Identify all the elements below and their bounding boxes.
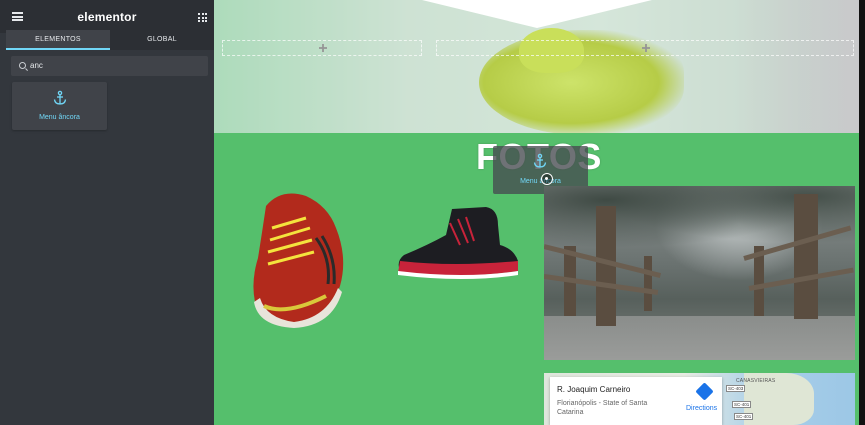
sidebar-header: elementor — [0, 0, 214, 33]
basketball-shoe-image — [398, 207, 518, 279]
map-area-label: CANASVIEIRAS — [736, 378, 776, 384]
place-name: R. Joaquim Carneiro — [557, 385, 631, 394]
tab-global[interactable]: GLOBAL — [110, 30, 214, 50]
google-map[interactable]: CANASVIEIRAS SC-403 SC-401 SC-401 R. Joa… — [544, 373, 855, 425]
red-running-shoe-image — [253, 193, 344, 328]
hero-section[interactable] — [214, 0, 859, 133]
brand-logo: elementor — [77, 10, 137, 24]
grid-icon[interactable] — [198, 13, 207, 22]
directions-icon[interactable] — [695, 382, 714, 401]
search-value: anc — [30, 61, 43, 70]
elementor-editor: elementor ELEMENTOS GLOBAL anc Menu ânco… — [0, 0, 865, 425]
empty-column-left[interactable] — [222, 40, 422, 56]
panel-tabs: ELEMENTOS GLOBAL — [6, 30, 214, 50]
add-element-icon[interactable] — [319, 44, 327, 52]
road-tag: SC-401 — [732, 401, 752, 408]
empty-column-right[interactable] — [436, 40, 854, 56]
road-tag: SC-401 — [734, 413, 754, 420]
page-scrollbar[interactable] — [859, 0, 865, 425]
drag-cursor-icon — [541, 173, 553, 185]
road-tag: SC-403 — [726, 385, 746, 392]
page-canvas: FOTOS Menu âncora — [214, 0, 859, 425]
anchor-icon — [533, 153, 547, 168]
tab-elementos[interactable]: ELEMENTOS — [6, 30, 110, 50]
place-address: Florianópolis - State of Santa Catarina — [557, 400, 648, 416]
search-icon — [19, 62, 26, 69]
widget-menu-ancora[interactable]: Menu âncora — [12, 82, 107, 130]
widget-label: Menu âncora — [39, 114, 80, 121]
directions-link[interactable]: Directions — [686, 405, 717, 412]
anchor-icon — [53, 90, 67, 105]
add-element-icon[interactable] — [642, 44, 650, 52]
forest-bridge-photo — [544, 186, 855, 360]
editor-sidebar: elementor ELEMENTOS GLOBAL anc Menu ânco… — [0, 0, 214, 425]
widget-search-input[interactable]: anc — [11, 56, 208, 76]
map-place-card: R. Joaquim Carneiro Florianópolis - Stat… — [550, 377, 722, 425]
